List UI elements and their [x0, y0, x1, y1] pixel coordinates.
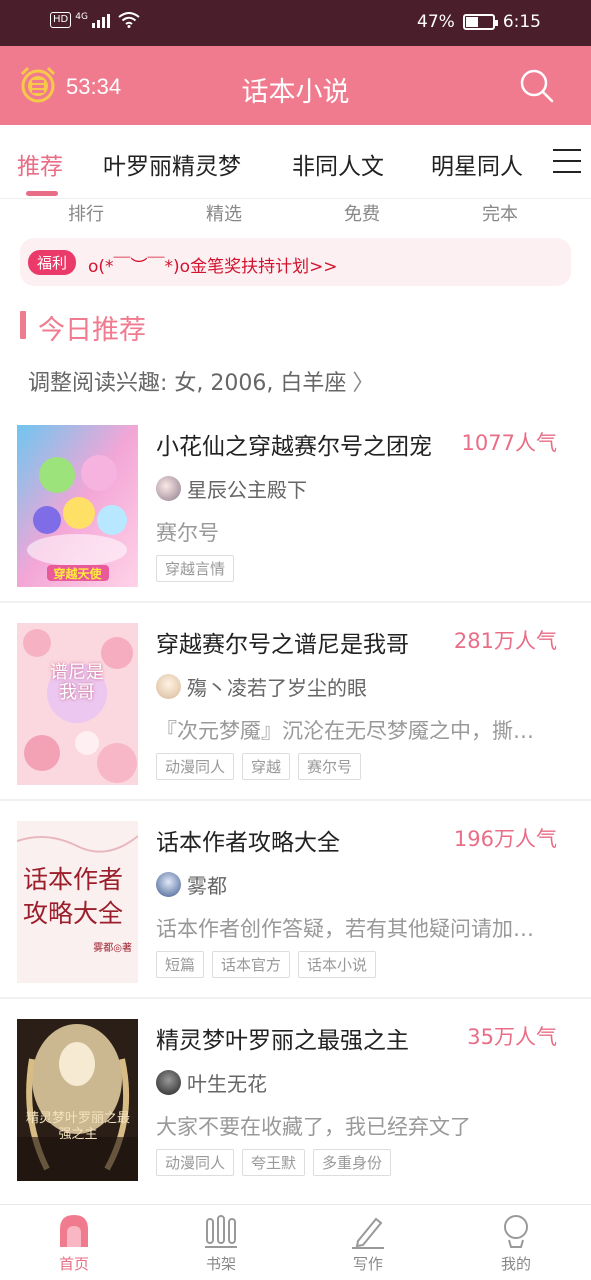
promo-text: o(*￣︶￣*)o金笔奖扶持计划>>: [88, 257, 338, 277]
cover-title: 穿越天使: [53, 567, 102, 581]
book-tag[interactable]: 动漫同人: [156, 1149, 235, 1176]
battery-icon: [462, 14, 498, 30]
book-tags: 动漫同人 穿越 赛尔号: [156, 753, 362, 780]
book-description: 大家不要在收藏了，我已经弃文了: [156, 1115, 471, 1139]
nav-profile-label: 我的: [500, 1255, 531, 1273]
book-tag[interactable]: 话本官方: [212, 951, 291, 978]
book-tags: 动漫同人 夸王默 多重身份: [156, 1149, 392, 1176]
book-tag[interactable]: 赛尔号: [298, 753, 362, 780]
nav-write[interactable]: 写作: [328, 1213, 408, 1274]
book-title: 精灵梦叶罗丽之最强之主: [156, 1028, 409, 1054]
author-avatar: [156, 674, 181, 699]
book-popularity: 196万人气: [453, 827, 557, 851]
book-cover[interactable]: 谱尼是我哥: [17, 623, 138, 785]
author-name: 殤丶凌若了岁尘的眼: [187, 676, 367, 700]
book-title: 话本作者攻略大全: [156, 830, 340, 856]
subnav-completed[interactable]: 完本: [482, 200, 518, 226]
book-title: 穿越赛尔号之谱尼是我哥: [156, 632, 409, 658]
book-tags: 短篇 话本官方 话本小说: [156, 951, 377, 978]
app-header: 53:34 话本小说: [0, 46, 591, 125]
cover-title: 话本作者攻略大全: [23, 865, 124, 928]
book-tag[interactable]: 穿越: [242, 753, 291, 780]
book-author[interactable]: 星辰公主殿下: [156, 474, 307, 503]
subnav-ranking[interactable]: 排行: [68, 200, 104, 226]
book-cover[interactable]: 精灵梦叶罗丽之最强之主: [17, 1019, 138, 1181]
battery-percent: 47%: [417, 12, 455, 32]
book-tag[interactable]: 多重身份: [313, 1149, 392, 1176]
category-tabs: 推荐 叶罗丽精灵梦 非同人文 明星同人: [0, 125, 591, 199]
book-author[interactable]: 殤丶凌若了岁尘的眼: [156, 672, 367, 701]
wifi-icon: [118, 12, 140, 28]
tab-celebrity[interactable]: 明星同人: [431, 147, 523, 181]
interest-text: 调整阅读兴趣: 女, 2006, 白羊座: [28, 371, 347, 396]
network-type: 4G: [75, 12, 88, 22]
bookshelf-icon: [205, 1215, 237, 1248]
subnav-free[interactable]: 免费: [344, 200, 380, 226]
author-name: 叶生无花: [187, 1072, 267, 1096]
nav-home[interactable]: 首页: [34, 1213, 114, 1274]
section-title: 今日推荐: [38, 315, 146, 346]
tab-original[interactable]: 非同人文: [292, 147, 384, 181]
book-description: 『次元梦魇』沉沦在无尽梦魇之中，撕…: [156, 719, 534, 743]
book-tag[interactable]: 夸王默: [242, 1149, 306, 1176]
active-tab-indicator: [26, 191, 58, 196]
reading-interest-link[interactable]: 调整阅读兴趣: 女, 2006, 白羊座〉: [28, 365, 374, 397]
book-title: 小花仙之穿越赛尔号之团宠: [156, 434, 432, 460]
tab-recommend[interactable]: 推荐: [17, 147, 63, 181]
book-item[interactable]: 精灵梦叶罗丽之最强之主 精灵梦叶罗丽之最强之主 35万人气 叶生无花 大家不要在…: [0, 999, 591, 1197]
book-author[interactable]: 叶生无花: [156, 1068, 267, 1097]
subnav-featured[interactable]: 精选: [206, 200, 242, 226]
nav-bookshelf[interactable]: 书架: [181, 1213, 261, 1274]
book-item[interactable]: 谱尼是我哥 穿越赛尔号之谱尼是我哥 281万人气 殤丶凌若了岁尘的眼 『次元梦魇…: [0, 603, 591, 801]
nav-bookshelf-label: 书架: [205, 1255, 236, 1273]
promo-banner[interactable]: 福利 o(*￣︶￣*)o金笔奖扶持计划>>: [20, 238, 571, 286]
nav-home-label: 首页: [58, 1255, 89, 1273]
profile-icon: [504, 1215, 528, 1248]
book-cover[interactable]: 话本作者攻略大全 雾都◎著: [17, 821, 138, 983]
cover-author: 雾都◎著: [93, 943, 132, 954]
book-popularity: 281万人气: [453, 629, 557, 653]
status-bar: HD 4G 47% 6:15: [0, 0, 591, 46]
section-accent-bar: [20, 311, 26, 339]
home-icon: [60, 1215, 88, 1247]
menu-icon[interactable]: [553, 149, 581, 175]
signal-icon: [91, 12, 110, 28]
app-title: 话本小说: [241, 77, 350, 108]
welfare-badge: 福利: [28, 250, 77, 275]
book-description: 赛尔号: [156, 521, 219, 545]
tab-yeluoli[interactable]: 叶罗丽精灵梦: [103, 147, 241, 181]
book-item[interactable]: 穿越天使 小花仙之穿越赛尔号之团宠 1077人气 星辰公主殿下 赛尔号 穿越言情: [0, 405, 591, 603]
book-author[interactable]: 雾都: [156, 870, 227, 899]
book-tag[interactable]: 穿越言情: [156, 555, 235, 582]
author-name: 星辰公主殿下: [187, 478, 307, 502]
book-popularity: 35万人气: [467, 1025, 557, 1049]
cover-title: 谱尼是我哥: [50, 662, 104, 703]
book-cover[interactable]: 穿越天使: [17, 425, 138, 587]
author-avatar: [156, 1070, 181, 1095]
search-icon[interactable]: [519, 68, 555, 104]
sub-navigation: 排行 精选 免费 完本: [0, 200, 591, 226]
pencil-icon: [352, 1217, 384, 1249]
nav-profile[interactable]: 我的: [476, 1213, 556, 1274]
book-tags: 穿越言情: [156, 555, 235, 582]
book-popularity: 1077人气: [461, 431, 557, 455]
author-avatar: [156, 476, 181, 501]
bottom-navigation: 首页 书架 写作 我的: [0, 1204, 591, 1280]
author-avatar: [156, 872, 181, 897]
hd-indicator: HD: [50, 12, 72, 28]
author-name: 雾都: [187, 874, 227, 898]
book-tag[interactable]: 动漫同人: [156, 753, 235, 780]
book-tag[interactable]: 话本小说: [298, 951, 377, 978]
nav-write-label: 写作: [352, 1255, 383, 1273]
book-description: 话本作者创作答疑，若有其他疑问请加…: [156, 917, 534, 941]
cover-title: 精灵梦叶罗丽之最强之主: [25, 1111, 130, 1142]
book-tag[interactable]: 短篇: [156, 951, 205, 978]
chevron-right-icon: 〉: [352, 371, 375, 396]
clock: 6:15: [502, 12, 541, 32]
book-item[interactable]: 话本作者攻略大全 雾都◎著 话本作者攻略大全 196万人气 雾都 话本作者创作答…: [0, 801, 591, 999]
